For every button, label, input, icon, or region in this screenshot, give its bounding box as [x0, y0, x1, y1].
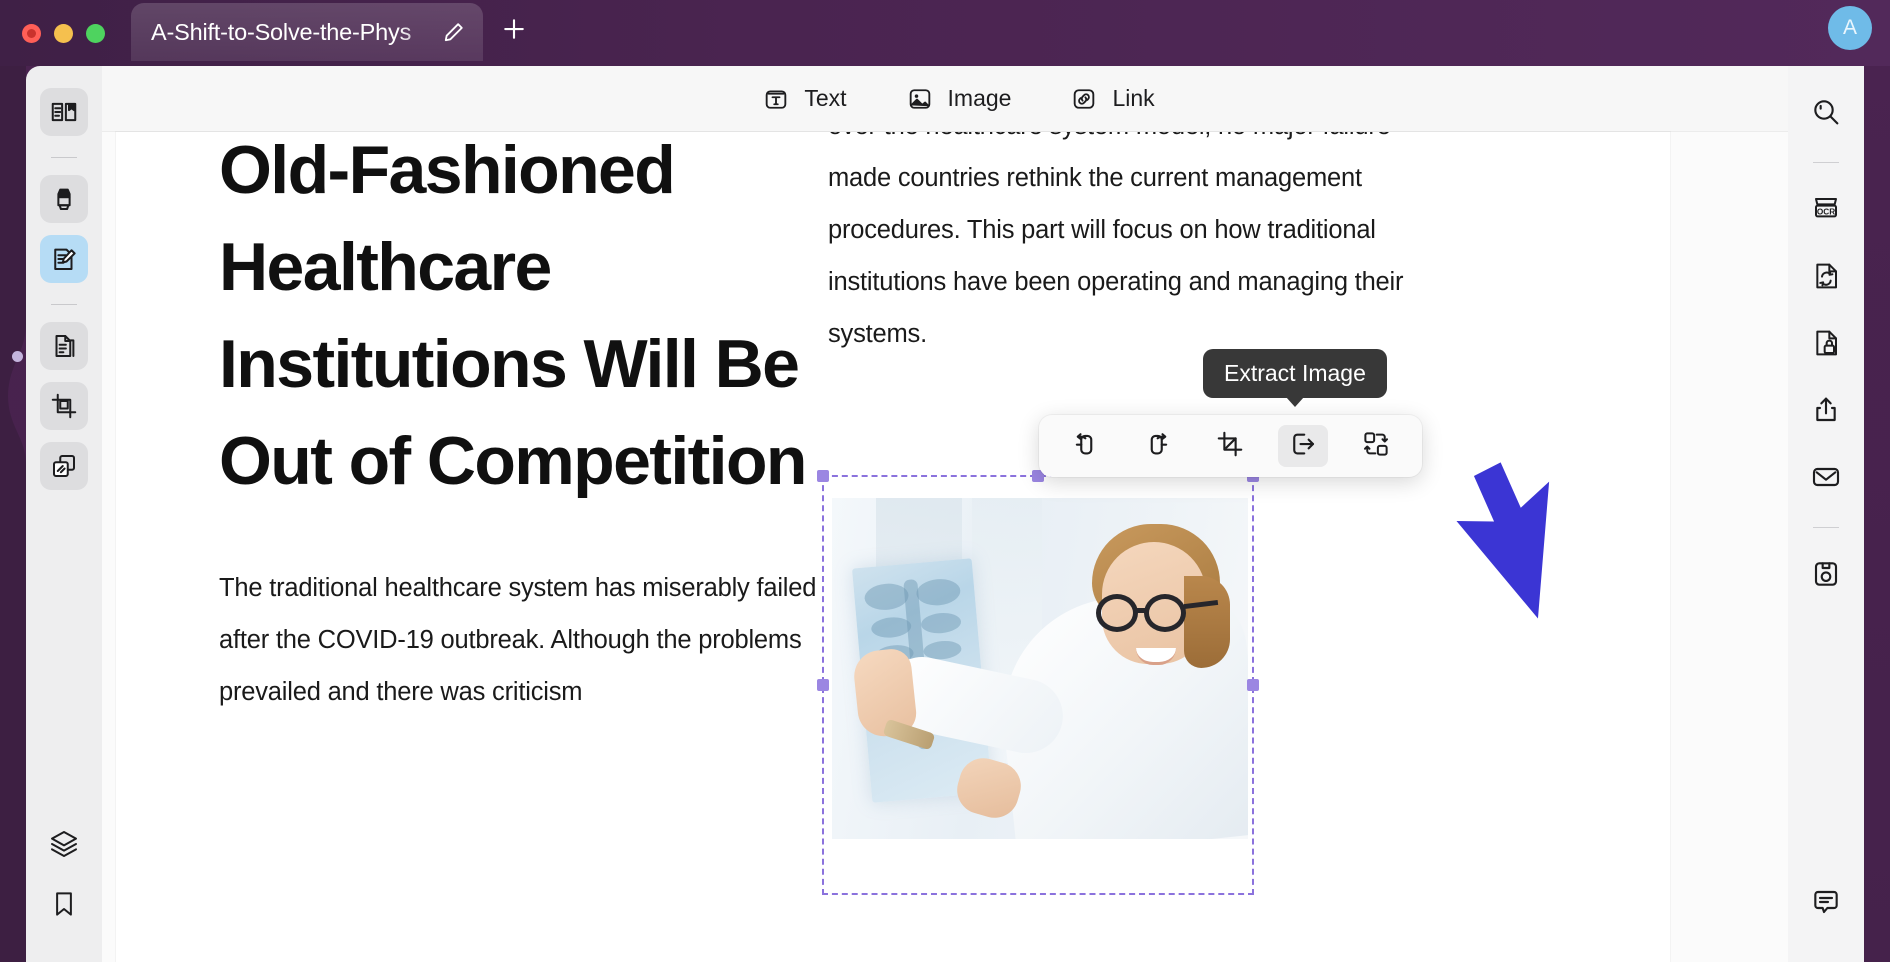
text-box-icon	[761, 84, 791, 114]
left-toolbar	[26, 66, 102, 962]
content-type-toolbar: Text Image Link	[102, 66, 1814, 132]
right-item-share[interactable]	[1802, 388, 1850, 436]
rail-divider-2	[51, 304, 77, 305]
right-item-save[interactable]	[1802, 552, 1850, 600]
resize-handle-middle-right[interactable]	[1247, 679, 1259, 691]
right-paragraph: over the healthcare system model; no maj…	[828, 132, 1404, 348]
tab-link-label: Link	[1112, 85, 1155, 111]
share-upload-icon	[1810, 394, 1842, 431]
crop-icon	[1215, 429, 1245, 464]
rename-tab-icon[interactable]	[443, 21, 465, 43]
svg-text:OCR: OCR	[1817, 207, 1835, 216]
image-icon	[905, 84, 935, 114]
comment-icon	[1810, 886, 1842, 923]
document-left-column: Old-Fashioned Healthcare Institutions Wi…	[219, 132, 839, 718]
sidebar-item-edit-content[interactable]	[40, 235, 88, 283]
link-icon	[1069, 84, 1099, 114]
left-paragraph: The traditional healthcare system has mi…	[219, 574, 817, 706]
sidebar-item-highlighter[interactable]	[40, 175, 88, 223]
sidebar-item-layers[interactable]	[40, 820, 88, 868]
rotate-right-button[interactable]	[1133, 425, 1183, 467]
file-convert-icon	[1810, 260, 1842, 297]
image-selection-frame[interactable]	[817, 470, 1259, 895]
pdf-page[interactable]: Old-Fashioned Healthcare Institutions Wi…	[116, 132, 1670, 962]
document-tab[interactable]: A-Shift-to-Solve-the-Phys	[131, 3, 483, 61]
floppy-save-icon	[1810, 558, 1842, 595]
extract-image-tooltip: Extract Image	[1203, 349, 1387, 407]
sidebar-item-crop-page[interactable]	[40, 382, 88, 430]
right-rail-divider-2	[1813, 527, 1839, 528]
tab-title: A-Shift-to-Solve-the-Phys	[151, 18, 412, 45]
window-controls	[22, 23, 105, 43]
sidebar-item-bookmarks[interactable]	[40, 880, 88, 928]
active-panel-indicator-dot	[12, 351, 23, 362]
sidebar-purple-edge	[0, 66, 26, 962]
tab-image-label: Image	[947, 85, 1012, 111]
close-window-button[interactable]	[22, 23, 41, 43]
new-tab-button[interactable]	[497, 12, 531, 46]
avatar[interactable]: A	[1828, 6, 1872, 50]
ocr-icon: OCR	[1810, 193, 1842, 230]
doctor-xray-photo[interactable]	[832, 498, 1248, 839]
rotate-left-icon	[1070, 429, 1100, 464]
right-item-email[interactable]	[1802, 455, 1850, 503]
search-icon	[1810, 96, 1842, 133]
rail-divider-1	[51, 157, 77, 158]
app-window: A-Shift-to-Solve-the-Phys A Text Image L…	[0, 0, 1890, 962]
right-toolbar: OCR	[1788, 66, 1864, 962]
extract-export-icon	[1288, 429, 1318, 464]
sidebar-item-organize-pages[interactable]	[40, 322, 88, 370]
envelope-icon	[1810, 461, 1842, 498]
right-item-ocr[interactable]: OCR	[1802, 187, 1850, 235]
tab-text[interactable]: Text	[761, 84, 847, 114]
document-right-column: over the healthcare system model; no maj…	[828, 132, 1448, 360]
image-context-toolbar	[1039, 415, 1422, 477]
rotate-left-button[interactable]	[1060, 425, 1110, 467]
document-workspace: Text Image Link Old-Fashioned Healthcare…	[102, 66, 1814, 962]
tab-image[interactable]: Image	[905, 84, 1012, 114]
rotate-right-icon	[1143, 429, 1173, 464]
maximize-window-button[interactable]	[86, 23, 105, 43]
tab-link[interactable]: Link	[1069, 84, 1155, 114]
right-item-search[interactable]	[1802, 90, 1850, 138]
right-item-convert[interactable]	[1802, 254, 1850, 302]
right-item-protect[interactable]	[1802, 321, 1850, 369]
replace-swap-icon	[1361, 429, 1391, 464]
resize-handle-middle-left[interactable]	[817, 679, 829, 691]
minimize-window-button[interactable]	[54, 23, 73, 43]
right-rail-divider-1	[1813, 162, 1839, 163]
resize-handle-top-left[interactable]	[817, 470, 829, 482]
right-item-comments[interactable]	[1802, 880, 1850, 928]
crop-image-button[interactable]	[1205, 425, 1255, 467]
page-headline: Old-Fashioned Healthcare Institutions Wi…	[219, 132, 807, 499]
file-lock-icon	[1810, 327, 1842, 364]
replace-image-button[interactable]	[1351, 425, 1401, 467]
tab-text-label: Text	[804, 85, 847, 111]
extract-image-button[interactable]	[1278, 425, 1329, 467]
avatar-initial: A	[1842, 16, 1857, 39]
sidebar-item-reader-mode[interactable]	[40, 88, 88, 136]
sidebar-item-compare-files[interactable]	[40, 442, 88, 490]
